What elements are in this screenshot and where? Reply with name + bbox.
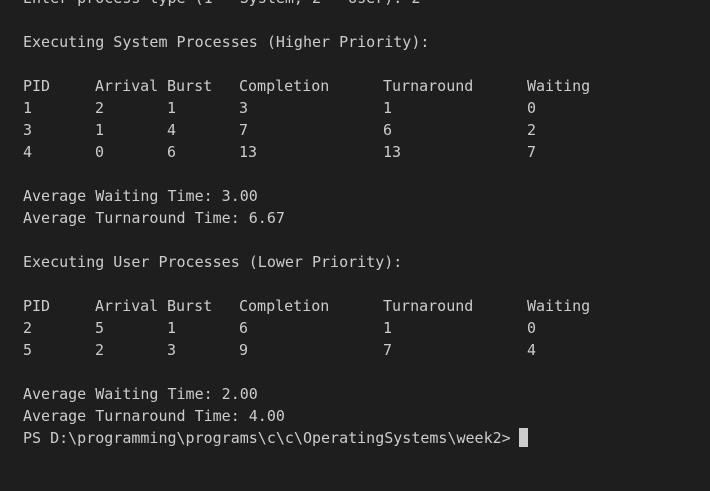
cell-turnaround: 6 bbox=[383, 121, 393, 139]
system-avg-turnaround: Average Turnaround Time: 6.67 bbox=[23, 209, 285, 227]
column-header-arrival: Arrival bbox=[95, 77, 159, 95]
cell-completion: 13 bbox=[239, 143, 258, 161]
cell-arrival: 5 bbox=[95, 319, 105, 337]
cell-arrival: 2 bbox=[95, 99, 105, 117]
cell-turnaround: 13 bbox=[383, 143, 402, 161]
column-header-turnaround: Turnaround bbox=[383, 297, 474, 315]
cell-turnaround: 1 bbox=[383, 99, 393, 117]
shell-prompt: PS D:\programming\programs\c\c\Operating… bbox=[23, 429, 511, 447]
table-row: 5 2 3 9 7 4 bbox=[23, 339, 710, 361]
cell-arrival: 1 bbox=[95, 121, 105, 139]
column-header-waiting: Waiting bbox=[527, 77, 591, 95]
column-header-completion: Completion bbox=[239, 297, 330, 315]
table-row: 3 1 4 7 6 2 bbox=[23, 119, 710, 141]
column-header-burst: Burst bbox=[167, 297, 213, 315]
cell-completion: 3 bbox=[239, 99, 249, 117]
column-header-pid: PID bbox=[23, 297, 51, 315]
user-avg-turnaround: Average Turnaround Time: 4.00 bbox=[23, 407, 285, 425]
cell-waiting: 7 bbox=[527, 143, 537, 161]
cell-completion: 9 bbox=[239, 341, 249, 359]
cell-turnaround: 1 bbox=[383, 319, 393, 337]
cell-burst: 3 bbox=[167, 341, 177, 359]
column-header-completion: Completion bbox=[239, 77, 330, 95]
cell-waiting: 4 bbox=[527, 341, 537, 359]
user-avg-waiting: Average Waiting Time: 2.00 bbox=[23, 385, 258, 403]
cell-burst: 4 bbox=[167, 121, 177, 139]
cell-arrival: 0 bbox=[95, 143, 105, 161]
shell-prompt-line[interactable]: PS D:\programming\programs\c\c\Operating… bbox=[23, 427, 710, 449]
cell-pid: 4 bbox=[23, 143, 33, 161]
table-row: 2 5 1 6 1 0 bbox=[23, 317, 710, 339]
terminal-panel[interactable]: Enter process type (1 - System, 2 - User… bbox=[0, 0, 710, 491]
terminal-output: Enter process type (1 - System, 2 - User… bbox=[23, 0, 710, 449]
cell-pid: 2 bbox=[23, 319, 33, 337]
cell-burst: 6 bbox=[167, 143, 177, 161]
table-row: 1 2 1 3 1 0 bbox=[23, 97, 710, 119]
user-processes-heading: Executing User Processes (Lower Priority… bbox=[23, 253, 403, 271]
column-header-turnaround: Turnaround bbox=[383, 77, 474, 95]
cell-arrival: 2 bbox=[95, 341, 105, 359]
cell-waiting: 2 bbox=[527, 121, 537, 139]
table-header: PID Arrival Burst Completion Turnaround … bbox=[23, 75, 710, 97]
cell-completion: 6 bbox=[239, 319, 249, 337]
text-cursor[interactable] bbox=[518, 428, 528, 447]
column-header-burst: Burst bbox=[167, 77, 213, 95]
system-avg-waiting: Average Waiting Time: 3.00 bbox=[23, 187, 258, 205]
column-header-waiting: Waiting bbox=[527, 297, 591, 315]
cell-burst: 1 bbox=[167, 319, 177, 337]
cell-turnaround: 7 bbox=[383, 341, 393, 359]
cell-burst: 1 bbox=[167, 99, 177, 117]
system-processes-heading: Executing System Processes (Higher Prior… bbox=[23, 33, 430, 51]
cell-pid: 5 bbox=[23, 341, 33, 359]
cell-completion: 7 bbox=[239, 121, 249, 139]
column-header-pid: PID bbox=[23, 77, 51, 95]
cell-pid: 3 bbox=[23, 121, 33, 139]
input-prompt-line: Enter process type (1 - System, 2 - User… bbox=[23, 0, 710, 9]
column-header-arrival: Arrival bbox=[95, 297, 159, 315]
cell-waiting: 0 bbox=[527, 99, 537, 117]
cell-pid: 1 bbox=[23, 99, 33, 117]
table-row: 4 0 6 13 13 7 bbox=[23, 141, 710, 163]
table-header: PID Arrival Burst Completion Turnaround … bbox=[23, 295, 710, 317]
cell-waiting: 0 bbox=[527, 319, 537, 337]
